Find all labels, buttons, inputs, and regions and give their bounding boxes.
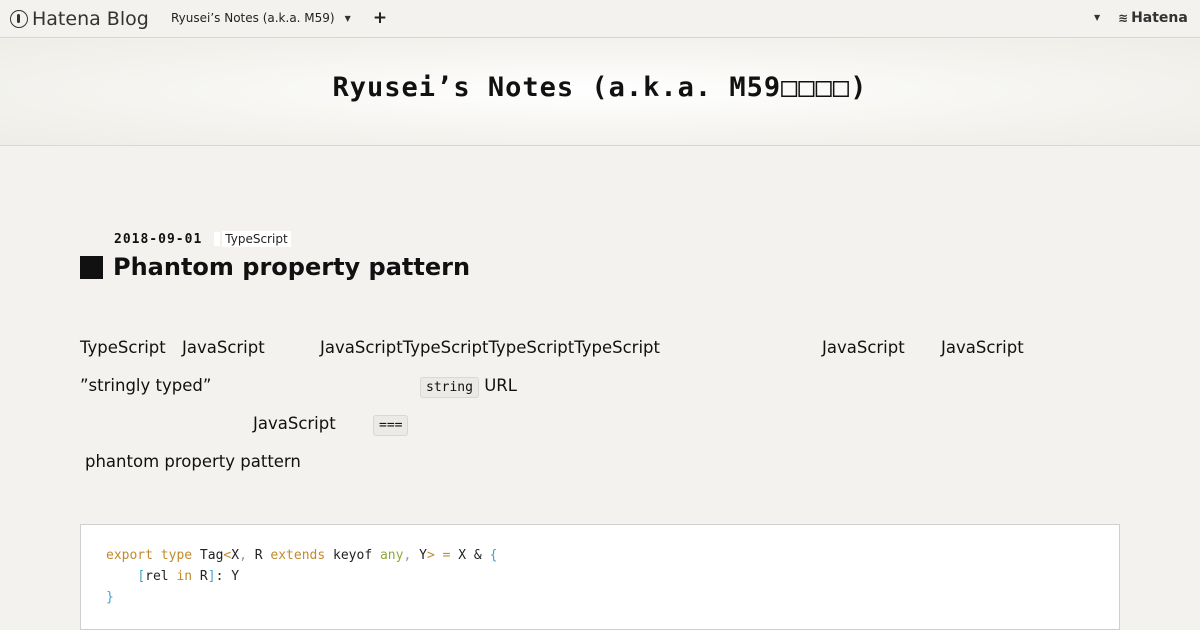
chevron-down-icon: ▼ — [344, 13, 351, 23]
body-text-fragment: JavaScriptTypeScriptTypeScriptTypeScript — [320, 338, 660, 357]
code-line-2: [rel in R]: Y — [137, 569, 240, 584]
body-text-fragment: ”stringly typed” — [80, 376, 212, 395]
body-text-fragment: phantom property pattern — [85, 452, 301, 471]
code-line-1: export type Tag<X, R extends keyof any, … — [106, 548, 498, 563]
logo-text: Hatena Blog — [32, 8, 149, 30]
body-text-fragment: JavaScript — [822, 338, 905, 357]
blog-title-link[interactable]: Ryusei’s Notes (a.k.a. M59□□□□) — [333, 72, 868, 103]
entry-category-tag[interactable]: TypeScript — [222, 231, 291, 247]
category-divider — [214, 232, 221, 246]
body-text-fragment: JavaScript — [182, 338, 265, 357]
inline-code-wrapper: === — [373, 414, 409, 436]
code-line-3: } — [106, 590, 114, 605]
inline-code: === — [373, 415, 409, 436]
hatena-bird-icon: ≋ — [1118, 11, 1129, 25]
new-entry-button[interactable]: + — [372, 7, 388, 29]
entry-meta: 2018-09-01 TypeScript — [114, 231, 291, 247]
hatena-blog-logo[interactable]: Hatena Blog — [10, 6, 149, 32]
entry-title-text: Phantom property pattern — [113, 253, 471, 281]
global-header: Hatena Blog Ryusei’s Notes (a.k.a. M59) … — [0, 0, 1200, 38]
body-text-fragment: TypeScript — [80, 338, 166, 357]
inline-code-wrapper: string URL — [420, 376, 517, 398]
hatena-brand-link[interactable]: ≋ Hatena — [1118, 10, 1188, 26]
account-menu-caret-icon[interactable]: ▼ — [1094, 13, 1100, 22]
title-square-icon — [80, 255, 103, 279]
blog-header: Ryusei’s Notes (a.k.a. M59□□□□) — [0, 39, 1200, 146]
blog-switcher-label: Ryusei’s Notes (a.k.a. M59) — [171, 11, 335, 25]
body-text-fragment: JavaScript — [941, 338, 1024, 357]
blog-switcher[interactable]: Ryusei’s Notes (a.k.a. M59) ▼ — [171, 11, 351, 25]
code-block: export type Tag<X, R extends keyof any, … — [80, 524, 1120, 630]
body-text-fragment: URL — [484, 376, 517, 395]
brand-text: Hatena — [1131, 10, 1188, 26]
entry-date[interactable]: 2018-09-01 — [114, 232, 202, 247]
inline-code: string — [420, 377, 479, 398]
hatena-blog-icon — [10, 10, 28, 28]
entry-title[interactable]: Phantom property pattern — [80, 253, 470, 281]
body-text-fragment: JavaScript — [253, 414, 336, 433]
